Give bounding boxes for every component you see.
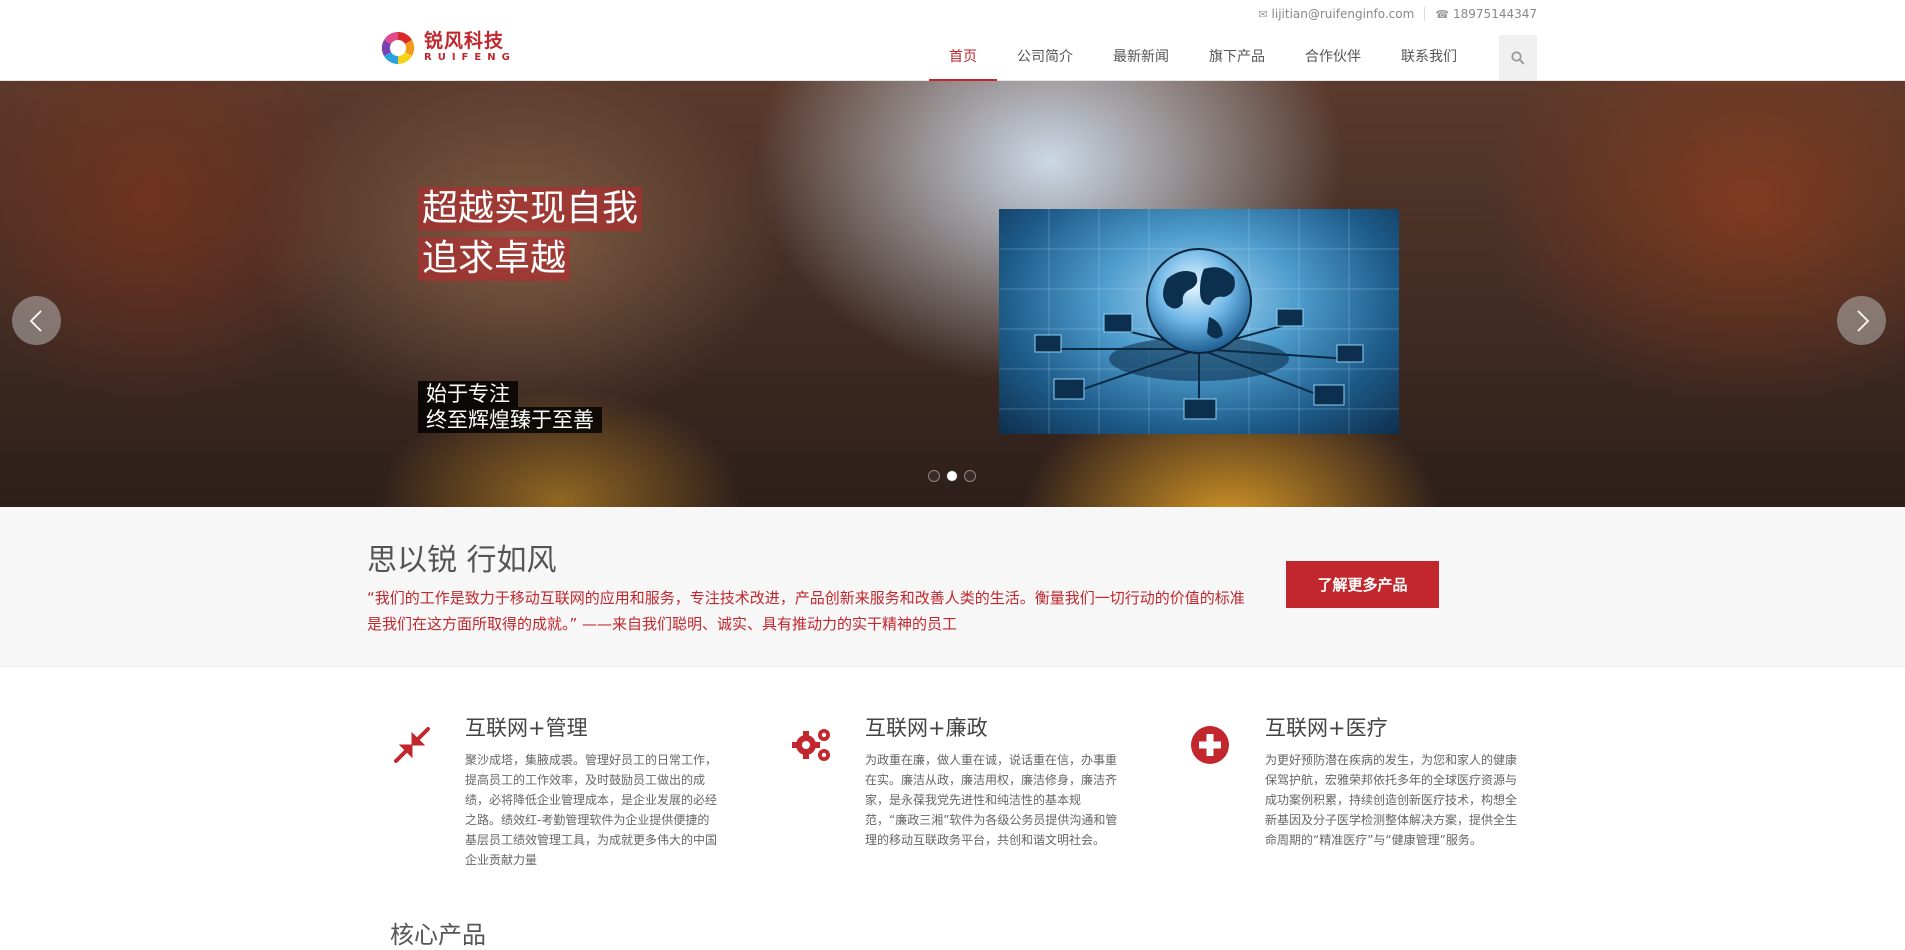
compress-arrows-icon (394, 727, 430, 763)
slogan-quote: “我们的工作是致力于移动互联网的应用和服务，专注技术改进，产品创新来服务和改善人… (367, 589, 1245, 633)
nav-item-contact[interactable]: 联系我们 (1381, 36, 1477, 81)
logo-name-cn: 锐风科技 (424, 30, 505, 52)
learn-more-products-button[interactable]: 了解更多产品 (1286, 561, 1439, 608)
hero-sub-line2: 终至辉煌臻于至善 (418, 407, 602, 433)
hero-sub-line1: 始于专注 (418, 381, 518, 407)
phone-icon: ☎ (1435, 7, 1450, 21)
nav-item-products[interactable]: 旗下产品 (1189, 36, 1285, 81)
slider-next-button[interactable] (1837, 296, 1886, 345)
hero-subtitle: 始于专注 终至辉煌臻于至善 (418, 381, 602, 433)
network-globe-image (999, 209, 1399, 434)
logo-text: 锐风科技 RUIFENG (424, 31, 516, 65)
slider-prev-button[interactable] (12, 296, 61, 345)
chevron-left-icon (29, 309, 42, 332)
hero-title: 超越实现自我 追求卓越 (418, 187, 643, 287)
logo-name-en: RUIFENG (424, 52, 516, 63)
contact-email[interactable]: lijitian@ruifenginfo.com (1272, 7, 1415, 21)
slider-dot-2[interactable] (946, 470, 958, 482)
slider-dot-3[interactable] (964, 470, 976, 482)
nav-item-home[interactable]: 首页 (929, 36, 997, 81)
slogan-title: 思以锐 行如风 (367, 543, 557, 578)
medical-cross-icon (1191, 726, 1229, 764)
nav-item-news[interactable]: 最新新闻 (1093, 36, 1189, 81)
feature-management-title: 互联网+管理 (465, 716, 588, 740)
search-button[interactable] (1499, 35, 1537, 80)
slider-dots (928, 470, 976, 482)
nav-item-partners[interactable]: 合作伙伴 (1285, 36, 1381, 81)
hero-title-line1: 超越实现自我 (418, 187, 643, 231)
slider-dot-1[interactable] (928, 470, 940, 482)
hero-slider: 超越实现自我 追求卓越 始于专注 终至辉煌臻于至善 (0, 81, 1905, 507)
feature-integrity-text: 为政重在廉，做人重在诚，说话重在信，办事重在实。廉洁从政，廉洁用权，廉洁修身，廉… (865, 753, 1118, 847)
main-nav: 首页 公司简介 最新新闻 旗下产品 合作伙伴 联系我们 (929, 36, 1477, 81)
envelope-icon: ✉ (1258, 7, 1268, 21)
hero-title-line2: 追求卓越 (418, 237, 571, 281)
search-icon (1511, 50, 1525, 65)
contact-phone[interactable]: 18975144347 (1453, 7, 1537, 21)
chevron-right-icon (1856, 309, 1869, 332)
feature-medical-text: 为更好预防潜在疾病的发生，为您和家人的健康保驾护航，宏雅荣邦依托多年的全球医疗资… (1265, 753, 1518, 847)
feature-integrity-title: 互联网+廉政 (865, 716, 988, 740)
nav-item-about[interactable]: 公司简介 (997, 36, 1093, 81)
gears-icon (792, 729, 830, 761)
contact-divider (1424, 7, 1426, 21)
slogan-section: 思以锐 行如风 “我们的工作是致力于移动互联网的应用和服务，专注技术改进，产品创… (0, 507, 1905, 667)
feature-medical-title: 互联网+医疗 (1265, 716, 1388, 740)
contact-info: ✉ lijitian@ruifenginfo.com ☎ 18975144347 (1258, 7, 1537, 21)
core-products-title: 核心产品 (390, 921, 486, 949)
features-section: 互联网+管理 聚沙成塔，集腋成裘。管理好员工的日常工作，提高员工的工作效率，及时… (0, 712, 1905, 892)
site-header: 锐风科技 RUIFENG ✉ lijitian@ruifenginfo.com … (0, 0, 1905, 81)
feature-management-text: 聚沙成塔，集腋成裘。管理好员工的日常工作，提高员工的工作效率，及时鼓励员工做出的… (465, 753, 718, 867)
logo-mark-icon (381, 31, 415, 65)
site-logo[interactable]: 锐风科技 RUIFENG (378, 28, 516, 68)
